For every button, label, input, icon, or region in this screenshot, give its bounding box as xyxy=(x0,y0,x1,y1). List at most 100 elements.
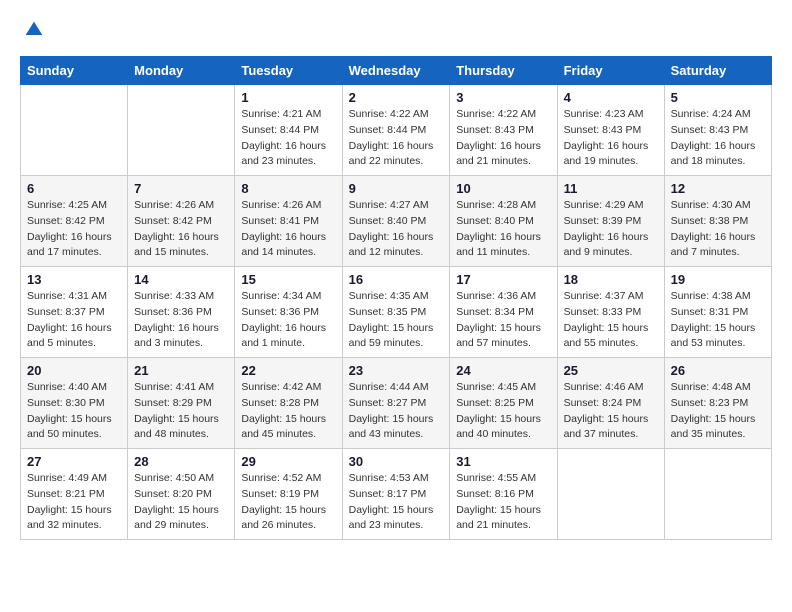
day-number: 30 xyxy=(349,454,444,469)
day-number: 24 xyxy=(456,363,550,378)
day-number: 31 xyxy=(456,454,550,469)
weekday-header: Wednesday xyxy=(342,57,450,85)
calendar-cell: 2Sunrise: 4:22 AM Sunset: 8:44 PM Daylig… xyxy=(342,85,450,176)
calendar-cell: 25Sunrise: 4:46 AM Sunset: 8:24 PM Dayli… xyxy=(557,358,664,449)
logo-icon xyxy=(24,20,44,40)
day-number: 1 xyxy=(241,90,335,105)
calendar-cell: 13 Sunrise: 4:31 AM Sunset: 8:37 PM Dayli… xyxy=(21,267,128,358)
weekday-header: Friday xyxy=(557,57,664,85)
day-info: Sunrise: 4:33 AM Sunset: 8:36 PM Dayligh… xyxy=(134,289,228,352)
calendar-cell: 14 Sunrise: 4:33 AM Sunset: 8:36 PM Dayli… xyxy=(128,267,235,358)
day-number: 8 xyxy=(241,181,335,196)
day-info: Sunrise: 4:23 AM Sunset: 8:43 PM Dayligh… xyxy=(564,107,658,170)
day-info: Sunrise: 4:49 AM Sunset: 8:21 PM Dayligh… xyxy=(27,471,121,534)
calendar-cell: 16 Sunrise: 4:35 AM Sunset: 8:35 PM Dayli… xyxy=(342,267,450,358)
day-info: Sunrise: 4:55 AM Sunset: 8:16 PM Dayligh… xyxy=(456,471,550,534)
day-number: 23 xyxy=(349,363,444,378)
calendar-cell: 28 Sunrise: 4:50 AM Sunset: 8:20 PM Dayli… xyxy=(128,449,235,540)
calendar-cell xyxy=(557,449,664,540)
weekday-header: Thursday xyxy=(450,57,557,85)
day-number: 16 xyxy=(349,272,444,287)
day-info: Sunrise: 4:35 AM Sunset: 8:35 PM Dayligh… xyxy=(349,289,444,352)
calendar-cell: 24Sunrise: 4:45 AM Sunset: 8:25 PM Dayli… xyxy=(450,358,557,449)
calendar-cell: 30 Sunrise: 4:53 AM Sunset: 8:17 PM Dayli… xyxy=(342,449,450,540)
day-info: Sunrise: 4:41 AM Sunset: 8:29 PM Dayligh… xyxy=(134,380,228,443)
day-number: 2 xyxy=(349,90,444,105)
calendar-cell: 9 Sunrise: 4:27 AM Sunset: 8:40 PM Daylig… xyxy=(342,176,450,267)
day-number: 26 xyxy=(671,363,765,378)
day-number: 15 xyxy=(241,272,335,287)
calendar-cell: 12 Sunrise: 4:30 AM Sunset: 8:38 PM Dayli… xyxy=(664,176,771,267)
calendar-cell: 31 Sunrise: 4:55 AM Sunset: 8:16 PM Dayli… xyxy=(450,449,557,540)
calendar-cell: 18 Sunrise: 4:37 AM Sunset: 8:33 PM Dayli… xyxy=(557,267,664,358)
day-number: 12 xyxy=(671,181,765,196)
day-info: Sunrise: 4:50 AM Sunset: 8:20 PM Dayligh… xyxy=(134,471,228,534)
calendar-week-row: 20 Sunrise: 4:40 AM Sunset: 8:30 PM Dayli… xyxy=(21,358,772,449)
calendar-week-row: 6 Sunrise: 4:25 AM Sunset: 8:42 PM Daylig… xyxy=(21,176,772,267)
day-info: Sunrise: 4:21 AM Sunset: 8:44 PM Dayligh… xyxy=(241,107,335,170)
day-info: Sunrise: 4:28 AM Sunset: 8:40 PM Dayligh… xyxy=(456,198,550,261)
calendar-cell: 22 Sunrise: 4:42 AM Sunset: 8:28 PM Dayli… xyxy=(235,358,342,449)
calendar-cell: 10 Sunrise: 4:28 AM Sunset: 8:40 PM Dayli… xyxy=(450,176,557,267)
day-info: Sunrise: 4:31 AM Sunset: 8:37 PM Dayligh… xyxy=(27,289,121,352)
weekday-header: Monday xyxy=(128,57,235,85)
calendar-cell: 20 Sunrise: 4:40 AM Sunset: 8:30 PM Dayli… xyxy=(21,358,128,449)
calendar-cell: 27 Sunrise: 4:49 AM Sunset: 8:21 PM Dayli… xyxy=(21,449,128,540)
calendar-week-row: 27 Sunrise: 4:49 AM Sunset: 8:21 PM Dayli… xyxy=(21,449,772,540)
day-info: Sunrise: 4:34 AM Sunset: 8:36 PM Dayligh… xyxy=(241,289,335,352)
day-number: 18 xyxy=(564,272,658,287)
day-info: Sunrise: 4:24 AM Sunset: 8:43 PM Dayligh… xyxy=(671,107,765,170)
calendar-cell: 23 Sunrise: 4:44 AM Sunset: 8:27 PM Dayli… xyxy=(342,358,450,449)
calendar-table: SundayMondayTuesdayWednesdayThursdayFrid… xyxy=(20,56,772,540)
day-number: 20 xyxy=(27,363,121,378)
calendar-cell: 3 Sunrise: 4:22 AM Sunset: 8:43 PM Daylig… xyxy=(450,85,557,176)
day-info: Sunrise: 4:27 AM Sunset: 8:40 PM Dayligh… xyxy=(349,198,444,261)
calendar-cell: 29 Sunrise: 4:52 AM Sunset: 8:19 PM Dayli… xyxy=(235,449,342,540)
calendar-cell: 8 Sunrise: 4:26 AM Sunset: 8:41 PM Daylig… xyxy=(235,176,342,267)
day-number: 27 xyxy=(27,454,121,469)
day-number: 13 xyxy=(27,272,121,287)
page-header xyxy=(20,20,772,40)
calendar-cell: 6 Sunrise: 4:25 AM Sunset: 8:42 PM Daylig… xyxy=(21,176,128,267)
day-number: 28 xyxy=(134,454,228,469)
day-number: 17 xyxy=(456,272,550,287)
day-info: Sunrise: 4:36 AM Sunset: 8:34 PM Dayligh… xyxy=(456,289,550,352)
day-info: Sunrise: 4:38 AM Sunset: 8:31 PM Dayligh… xyxy=(671,289,765,352)
day-number: 9 xyxy=(349,181,444,196)
day-number: 29 xyxy=(241,454,335,469)
calendar-cell: 4Sunrise: 4:23 AM Sunset: 8:43 PM Daylig… xyxy=(557,85,664,176)
weekday-header: Tuesday xyxy=(235,57,342,85)
day-info: Sunrise: 4:29 AM Sunset: 8:39 PM Dayligh… xyxy=(564,198,658,261)
calendar-cell: 7Sunrise: 4:26 AM Sunset: 8:42 PM Daylig… xyxy=(128,176,235,267)
day-number: 11 xyxy=(564,181,658,196)
day-info: Sunrise: 4:40 AM Sunset: 8:30 PM Dayligh… xyxy=(27,380,121,443)
weekday-header: Saturday xyxy=(664,57,771,85)
calendar-cell xyxy=(664,449,771,540)
day-info: Sunrise: 4:52 AM Sunset: 8:19 PM Dayligh… xyxy=(241,471,335,534)
day-number: 25 xyxy=(564,363,658,378)
day-number: 6 xyxy=(27,181,121,196)
day-info: Sunrise: 4:30 AM Sunset: 8:38 PM Dayligh… xyxy=(671,198,765,261)
day-number: 5 xyxy=(671,90,765,105)
day-number: 22 xyxy=(241,363,335,378)
calendar-cell: 11 Sunrise: 4:29 AM Sunset: 8:39 PM Dayli… xyxy=(557,176,664,267)
weekday-header-row: SundayMondayTuesdayWednesdayThursdayFrid… xyxy=(21,57,772,85)
calendar-cell xyxy=(21,85,128,176)
day-info: Sunrise: 4:42 AM Sunset: 8:28 PM Dayligh… xyxy=(241,380,335,443)
day-info: Sunrise: 4:22 AM Sunset: 8:43 PM Dayligh… xyxy=(456,107,550,170)
day-number: 10 xyxy=(456,181,550,196)
day-number: 3 xyxy=(456,90,550,105)
calendar-cell: 26 Sunrise: 4:48 AM Sunset: 8:23 PM Dayli… xyxy=(664,358,771,449)
weekday-header: Sunday xyxy=(21,57,128,85)
day-info: Sunrise: 4:44 AM Sunset: 8:27 PM Dayligh… xyxy=(349,380,444,443)
day-info: Sunrise: 4:37 AM Sunset: 8:33 PM Dayligh… xyxy=(564,289,658,352)
day-info: Sunrise: 4:53 AM Sunset: 8:17 PM Dayligh… xyxy=(349,471,444,534)
day-info: Sunrise: 4:26 AM Sunset: 8:42 PM Dayligh… xyxy=(134,198,228,261)
calendar-cell: 15 Sunrise: 4:34 AM Sunset: 8:36 PM Dayli… xyxy=(235,267,342,358)
day-info: Sunrise: 4:26 AM Sunset: 8:41 PM Dayligh… xyxy=(241,198,335,261)
day-info: Sunrise: 4:25 AM Sunset: 8:42 PM Dayligh… xyxy=(27,198,121,261)
day-number: 14 xyxy=(134,272,228,287)
day-info: Sunrise: 4:48 AM Sunset: 8:23 PM Dayligh… xyxy=(671,380,765,443)
calendar-cell: 5 Sunrise: 4:24 AM Sunset: 8:43 PM Daylig… xyxy=(664,85,771,176)
calendar-cell: 17 Sunrise: 4:36 AM Sunset: 8:34 PM Dayli… xyxy=(450,267,557,358)
